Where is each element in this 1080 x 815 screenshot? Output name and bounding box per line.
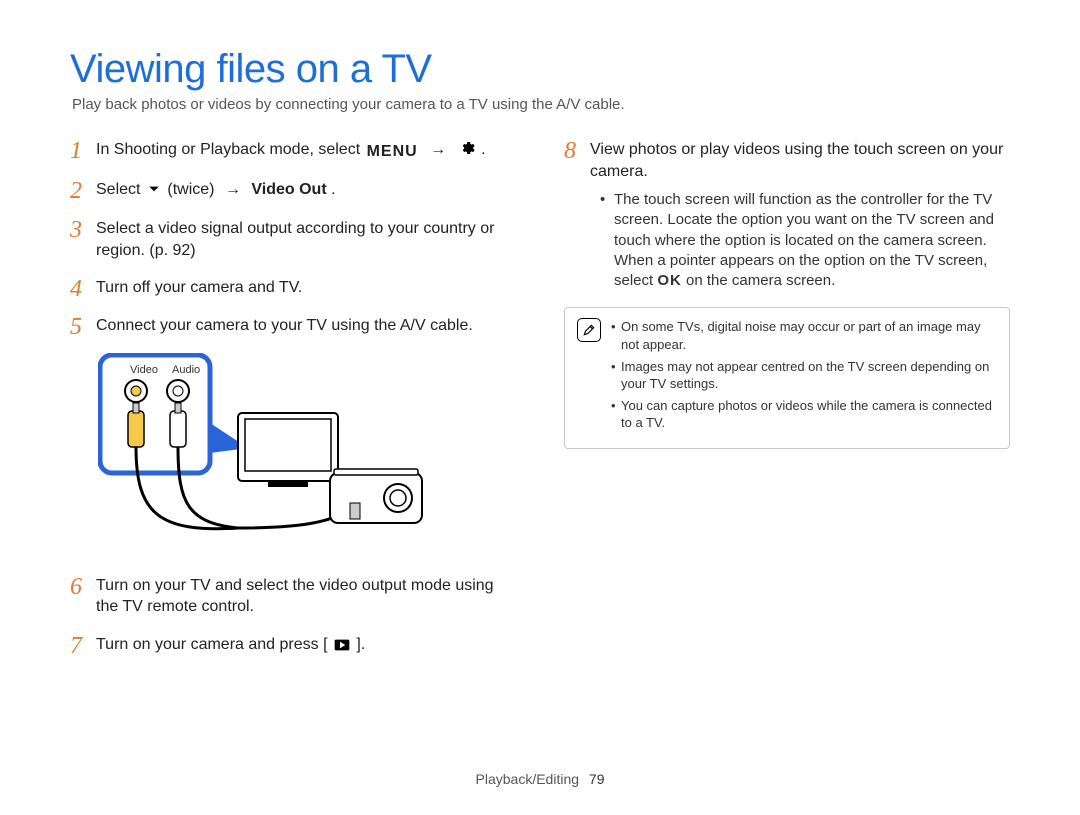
step-number: 1: [70, 135, 82, 167]
diagram-video-label: Video: [130, 364, 158, 376]
note-icon: [577, 318, 601, 342]
step-3: 3 Select a video signal output according…: [70, 218, 516, 261]
step-8-sub-item: The touch screen will function as the co…: [604, 190, 1010, 291]
step-3-text: Select a video signal output according t…: [96, 220, 494, 259]
step-number: 6: [70, 571, 82, 603]
step-5: 5 Connect your camera to your TV using t…: [70, 315, 516, 337]
page-title: Viewing files on a TV: [70, 48, 1010, 90]
right-column: 8 View photos or play videos using the t…: [564, 139, 1010, 673]
left-column: 1 In Shooting or Playback mode, select M…: [70, 139, 516, 673]
step-2-text-pre: Select: [96, 181, 145, 198]
step-7: 7 Turn on your camera and press [ ].: [70, 634, 516, 658]
arrow-icon: →: [430, 139, 446, 161]
footer-section: Playback/Editing: [476, 771, 580, 787]
step-8: 8 View photos or play videos using the t…: [564, 139, 1010, 291]
step-number: 7: [70, 630, 82, 662]
note-box: On some TVs, digital noise may occur or …: [564, 307, 1010, 448]
steps-list-right: 8 View photos or play videos using the t…: [564, 139, 1010, 291]
step-8-sub: The touch screen will function as the co…: [590, 190, 1010, 291]
gear-icon: [459, 140, 475, 163]
step-4-text: Turn off your camera and TV.: [96, 279, 302, 296]
step-1: 1 In Shooting or Playback mode, select M…: [70, 139, 516, 163]
note-list: On some TVs, digital noise may occur or …: [611, 318, 995, 431]
step-2-text-mid: (twice): [167, 181, 219, 198]
step-2-text-post: .: [331, 181, 335, 198]
page-subtitle: Play back photos or videos by connecting…: [72, 96, 1010, 113]
step-6-text: Turn on your TV and select the video out…: [96, 577, 494, 616]
step-8-sub-post: on the camera screen.: [686, 272, 835, 289]
arrow-icon: →: [225, 179, 241, 201]
step-7-text-pre: Turn on your camera and press [: [96, 636, 328, 653]
step-2-link: Video Out: [251, 181, 326, 198]
note-item: Images may not appear centred on the TV …: [611, 358, 995, 393]
steps-list-left: 1 In Shooting or Playback mode, select M…: [70, 139, 516, 657]
step-number: 5: [70, 311, 82, 343]
footer-page-number: 79: [589, 771, 605, 787]
content-columns: 1 In Shooting or Playback mode, select M…: [70, 139, 1010, 673]
step-7-text-post: ].: [356, 636, 365, 653]
step-5-text: Connect your camera to your TV using the…: [96, 317, 473, 334]
menu-icon: MENU: [367, 141, 418, 163]
step-6: 6 Turn on your TV and select the video o…: [70, 575, 516, 618]
step-number: 2: [70, 175, 82, 207]
step-number: 8: [564, 135, 576, 167]
step-number: 4: [70, 273, 82, 305]
step-number: 3: [70, 214, 82, 246]
step-1-text-post: .: [481, 141, 485, 158]
step-2: 2 Select (twice) → Video Out .: [70, 179, 516, 203]
chevron-down-icon: [147, 181, 161, 203]
connection-diagram: Video Audio: [98, 353, 428, 553]
play-icon: [334, 636, 350, 658]
manual-page: Viewing files on a TV Play back photos o…: [0, 0, 1080, 815]
step-8-text: View photos or play videos using the tou…: [590, 141, 1003, 180]
diagram-audio-label: Audio: [172, 364, 200, 376]
page-footer: Playback/Editing 79: [476, 771, 605, 787]
note-item: On some TVs, digital noise may occur or …: [611, 318, 995, 353]
step-4: 4 Turn off your camera and TV.: [70, 277, 516, 299]
step-1-text-pre: In Shooting or Playback mode, select: [96, 141, 365, 158]
ok-icon: OK: [657, 272, 682, 289]
note-item: You can capture photos or videos while t…: [611, 397, 995, 432]
